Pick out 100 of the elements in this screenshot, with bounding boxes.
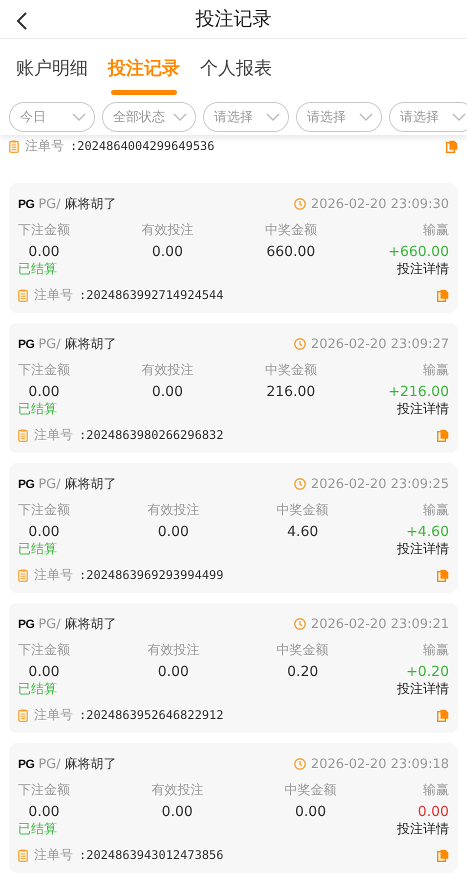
clipboard-icon xyxy=(18,848,28,862)
amount-value: 0.00 xyxy=(158,664,189,680)
amount-value: 660.00 xyxy=(266,244,316,260)
amount-value: 4.60 xyxy=(287,524,318,540)
amount-value: 0.00 xyxy=(418,804,449,820)
provider-logo: PG xyxy=(18,757,34,771)
bet-time: 2026-02-20 23:09:21 xyxy=(310,616,449,632)
provider-name: PG/ xyxy=(38,336,61,352)
back-icon xyxy=(16,11,28,31)
provider-logo: PG xyxy=(18,477,34,491)
game-name: 麻将胡了 xyxy=(64,756,117,773)
column-label: 有效投注 xyxy=(147,642,200,659)
amount-value: 0.00 xyxy=(294,804,326,820)
clock-icon xyxy=(294,198,306,210)
column-label: 下注金额 xyxy=(18,642,70,659)
provider-name: PG/ xyxy=(38,196,61,212)
chevron-down-icon xyxy=(359,112,373,121)
page-title: 投注记录 xyxy=(196,6,272,32)
amount-value: 0.00 xyxy=(28,664,60,680)
column-label: 下注金额 xyxy=(18,782,70,799)
amount-value: 0.00 xyxy=(28,804,60,820)
column-label: 有效投注 xyxy=(141,362,194,379)
provider-name: PG/ xyxy=(38,616,61,632)
order-number: :2024863943012473856 xyxy=(79,848,224,862)
amount-value: 0.00 xyxy=(158,524,189,540)
column-label: 中奖金额 xyxy=(264,222,317,239)
amount-value: +4.60 xyxy=(406,524,449,540)
provider-logo: PG xyxy=(18,197,34,211)
column-label: 输赢 xyxy=(422,502,449,519)
column-label: 有效投注 xyxy=(151,782,204,799)
amount-value: +660.00 xyxy=(388,244,449,260)
game-name: 麻将胡了 xyxy=(64,476,117,493)
order-label: 注单号 xyxy=(34,847,73,864)
order-number: :2024863952646822912 xyxy=(79,708,224,722)
tab[interactable]: 个人报表 xyxy=(200,50,272,95)
amount-value: 0.00 xyxy=(28,244,60,260)
chevron-down-icon xyxy=(173,112,187,121)
bet-time: 2026-02-20 23:09:18 xyxy=(310,756,449,772)
column-label: 输赢 xyxy=(422,642,449,659)
clipboard-icon xyxy=(18,708,28,722)
column-label: 下注金额 xyxy=(18,362,70,379)
order-label: 注单号 xyxy=(34,707,73,724)
column-label: 输赢 xyxy=(422,782,449,799)
copy-icon[interactable] xyxy=(437,848,449,862)
amount-value: 0.00 xyxy=(152,244,183,260)
tab[interactable]: 账户明细 xyxy=(16,50,88,95)
status-text: 已结算 xyxy=(18,681,57,698)
amount-value: 0.00 xyxy=(28,524,60,540)
amount-value: 0.20 xyxy=(287,664,318,680)
amount-value: 0.00 xyxy=(28,384,60,400)
bet-detail-link[interactable]: 投注详情 xyxy=(397,400,449,418)
copy-icon[interactable] xyxy=(437,288,449,302)
bet-detail-link[interactable]: 投注详情 xyxy=(397,260,449,278)
bet-detail-link[interactable]: 投注详情 xyxy=(397,820,449,838)
order-label: 注单号 xyxy=(34,427,73,444)
chevron-down-icon xyxy=(72,112,86,121)
order-number: :2024863980266296832 xyxy=(79,428,224,442)
order-label: 注单号 xyxy=(25,138,64,155)
copy-icon[interactable] xyxy=(437,568,449,582)
column-label: 下注金额 xyxy=(18,502,70,519)
amount-value: +216.00 xyxy=(388,384,449,400)
copy-icon[interactable] xyxy=(437,428,449,442)
bet-time: 2026-02-20 23:09:27 xyxy=(310,336,449,352)
tab-indicator xyxy=(111,90,177,95)
chevron-down-icon xyxy=(452,112,466,121)
clipboard-icon xyxy=(18,568,28,582)
provider-logo: PG xyxy=(18,337,34,351)
copy-icon[interactable] xyxy=(446,140,458,152)
column-label: 中奖金额 xyxy=(284,782,337,799)
order-label: 注单号 xyxy=(34,567,73,584)
bet-detail-link[interactable]: 投注详情 xyxy=(397,680,449,698)
column-label: 输赢 xyxy=(422,362,449,379)
status-text: 已结算 xyxy=(18,541,57,558)
order-number: :2024864004299649536 xyxy=(70,139,214,153)
status-text: 已结算 xyxy=(18,821,57,838)
amount-value: +0.20 xyxy=(406,664,449,680)
status-text: 已结算 xyxy=(18,401,57,418)
amount-value: 216.00 xyxy=(266,384,316,400)
provider-logo: PG xyxy=(18,617,34,631)
game-name: 麻将胡了 xyxy=(64,196,117,213)
clipboard-icon xyxy=(18,288,28,302)
clock-icon xyxy=(294,338,306,350)
column-label: 中奖金额 xyxy=(264,362,317,379)
copy-icon[interactable] xyxy=(437,708,449,722)
amount-value: 0.00 xyxy=(152,384,183,400)
column-label: 有效投注 xyxy=(147,502,200,519)
bet-detail-link[interactable]: 投注详情 xyxy=(397,540,449,558)
provider-name: PG/ xyxy=(38,756,61,772)
column-label: 下注金额 xyxy=(18,222,70,239)
bet-time: 2026-02-20 23:09:30 xyxy=(310,196,449,212)
clock-icon xyxy=(294,758,306,770)
column-label: 中奖金额 xyxy=(276,642,329,659)
amount-value: 0.00 xyxy=(162,804,193,820)
order-label: 注单号 xyxy=(34,287,73,304)
column-label: 输赢 xyxy=(422,222,449,239)
clock-icon xyxy=(294,478,306,490)
clipboard-icon xyxy=(9,140,19,152)
order-number: :2024863969293994499 xyxy=(79,568,224,582)
bet-time: 2026-02-20 23:09:25 xyxy=(310,476,449,492)
status-text: 已结算 xyxy=(18,261,57,278)
